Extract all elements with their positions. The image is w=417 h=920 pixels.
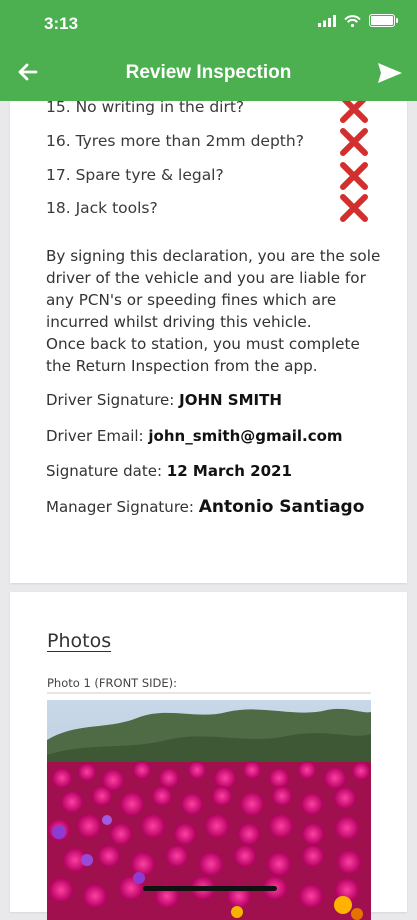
driver-signature-label: Driver Signature: [46, 391, 175, 409]
fail-x-icon [340, 128, 368, 156]
status-icons [318, 14, 398, 27]
review-card: 15. No writing in the dirt? 16. Tyres mo… [10, 80, 407, 583]
declaration-line: any PCN's or speeding fines which are [46, 291, 337, 309]
signature-date-value: 12 March 2021 [166, 462, 292, 480]
photos-heading: Photos [47, 630, 112, 652]
driver-email-row: Driver Email: john_smith@gmail.com [46, 427, 343, 445]
declaration-line: the Return Inspection from the app. [46, 357, 318, 375]
app-header: 3:13 Review Inspection [0, 0, 417, 101]
manager-signature-row: Manager Signature: Antonio Santiago [46, 497, 364, 517]
declaration-line: driver of the vehicle and you are liable… [46, 269, 366, 287]
fail-x-icon [340, 194, 368, 222]
checklist-item: 17. Spare tyre & legal? [46, 166, 224, 184]
signature-date-label: Signature date: [46, 462, 163, 480]
status-time: 3:13 [44, 14, 79, 33]
photo-label: Photo 1 (FRONT SIDE): [47, 676, 178, 690]
send-icon[interactable] [375, 58, 405, 88]
divider [47, 692, 371, 694]
wifi-icon [344, 14, 361, 27]
driver-email-label: Driver Email: [46, 427, 144, 445]
signature-date-row: Signature date: 12 March 2021 [46, 462, 292, 480]
manager-signature-value: Antonio Santiago [198, 497, 365, 517]
cellular-signal-icon [318, 14, 336, 27]
home-indicator [143, 886, 277, 891]
fail-x-icon [340, 162, 368, 190]
declaration-line: incurred whilst driving this vehicle. [46, 313, 312, 331]
declaration-text: By signing this declaration, you are the… [46, 245, 386, 377]
page-title: Review Inspection [125, 62, 292, 83]
battery-icon [369, 14, 398, 27]
photos-card: Photos Photo 1 (FRONT SIDE): [10, 592, 407, 920]
checklist-item: 18. Jack tools? [46, 199, 158, 217]
driver-signature-value: JOHN SMITH [179, 391, 282, 409]
driver-email-value: john_smith@gmail.com [148, 427, 343, 445]
manager-signature-label: Manager Signature: [46, 498, 194, 516]
declaration-line: Once back to station, you must complete [46, 335, 360, 353]
checklist-item: 16. Tyres more than 2mm depth? [46, 132, 304, 150]
driver-signature-row: Driver Signature: JOHN SMITH [46, 391, 282, 409]
declaration-line: By signing this declaration, you are the… [46, 247, 381, 265]
